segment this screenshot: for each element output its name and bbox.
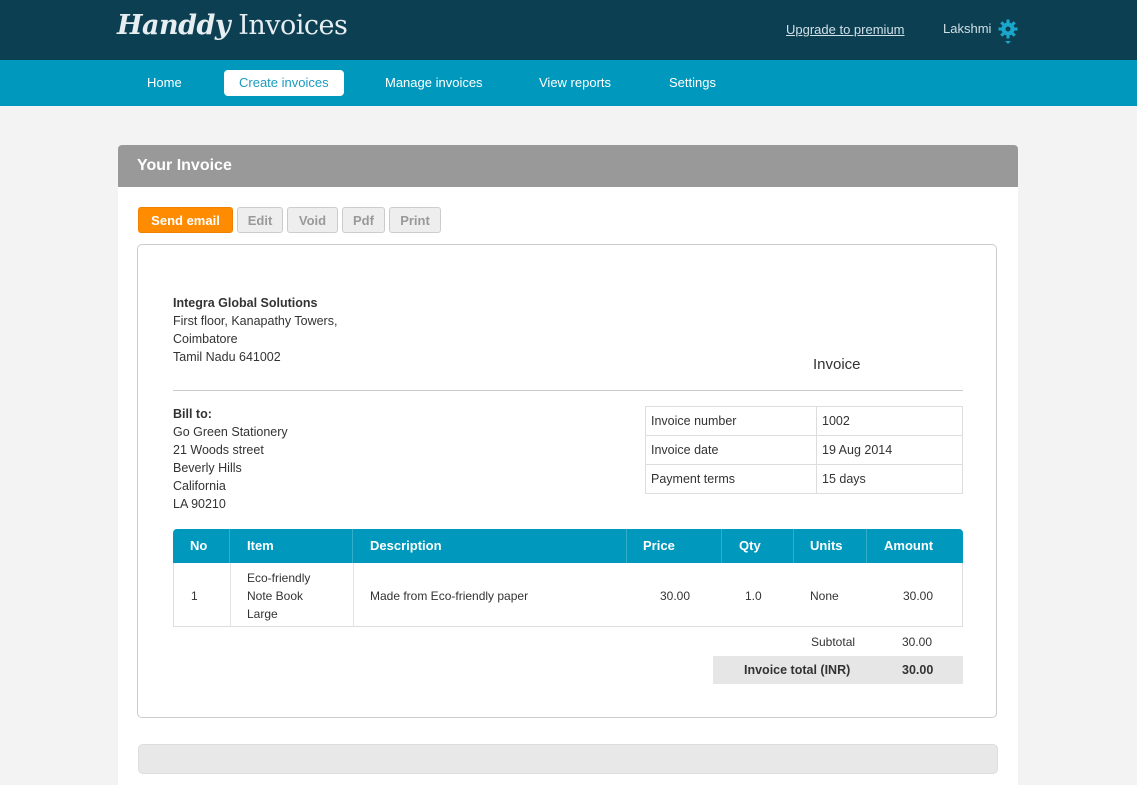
row-price: 30.00 (660, 589, 691, 603)
column-divider (866, 529, 867, 563)
row-description: Made from Eco-friendly paper (370, 589, 529, 603)
invoice-number-value: 1002 (816, 406, 963, 436)
col-amount: Amount (884, 538, 934, 553)
column-divider (229, 529, 230, 563)
payment-terms-value: 15 days (816, 464, 963, 494)
nav-view-reports[interactable]: View reports (524, 70, 626, 96)
bill-to-line: California (173, 479, 226, 493)
table-row: 1 Eco-friendly Note Book Large Made from… (173, 563, 963, 627)
invoice-date-value: 19 Aug 2014 (816, 435, 963, 465)
col-qty: Qty (739, 538, 761, 553)
column-divider (793, 529, 794, 563)
subtotal-value: 30.00 (902, 635, 933, 649)
row-units: None (810, 589, 839, 603)
bill-to-name: Go Green Stationery (173, 425, 288, 439)
items-table-header: No Item Description Price Qty Units Amou… (173, 529, 963, 563)
invoice-meta-table: Invoice number 1002 Invoice date 19 Aug … (645, 406, 963, 494)
col-description: Description (370, 538, 442, 553)
invoice-card: Your Invoice Send email Edit Void Pdf Pr… (118, 145, 1018, 785)
nav-settings[interactable]: Settings (654, 70, 731, 96)
logo-part1: Handdy (117, 10, 231, 41)
pdf-button[interactable]: Pdf (342, 207, 385, 233)
invoice-document: Integra Global Solutions First floor, Ka… (137, 244, 997, 718)
divider (173, 390, 963, 391)
row-item-line: Note Book (247, 589, 304, 603)
company-address-line: Tamil Nadu 641002 (173, 350, 281, 364)
row-item-line: Large (247, 607, 278, 621)
invoice-number-label: Invoice number (645, 406, 817, 436)
logo-part2: Invoices (238, 10, 348, 41)
bill-to-line: LA 90210 (173, 497, 226, 511)
invoice-date-label: Invoice date (645, 435, 817, 465)
void-button[interactable]: Void (287, 207, 338, 233)
user-name[interactable]: Lakshmi (943, 21, 991, 36)
row-qty: 1.0 (745, 589, 762, 603)
col-units: Units (810, 538, 843, 553)
total-value: 30.00 (902, 663, 934, 677)
column-divider (626, 529, 627, 563)
col-no: No (190, 538, 208, 553)
top-header: Handdy Invoices Upgrade to premium Laksh… (0, 0, 1137, 60)
row-amount: 30.00 (903, 589, 934, 603)
card-title: Your Invoice (118, 145, 1018, 187)
total-label: Invoice total (INR) (744, 663, 851, 677)
bill-to-line: Beverly Hills (173, 461, 242, 475)
main-nav: Home Create invoices Manage invoices Vie… (0, 60, 1137, 106)
nav-home[interactable]: Home (132, 70, 197, 96)
bill-to-line: 21 Woods street (173, 443, 264, 457)
column-divider (721, 529, 722, 563)
company-address-line: First floor, Kanapathy Towers, (173, 314, 338, 328)
col-item: Item (247, 538, 274, 553)
subtotal-label: Subtotal (811, 635, 856, 649)
nav-create-invoices[interactable]: Create invoices (224, 70, 344, 96)
gear-icon[interactable] (997, 18, 1019, 46)
company-address-line: Coimbatore (173, 332, 238, 346)
row-no: 1 (191, 589, 198, 603)
column-divider (353, 563, 354, 627)
next-section-panel (138, 744, 998, 774)
col-price: Price (643, 538, 675, 553)
row-item-line: Eco-friendly (247, 571, 311, 585)
bill-to-label: Bill to: (173, 407, 212, 421)
total-box: Invoice total (INR) 30.00 (713, 656, 963, 684)
send-email-button[interactable]: Send email (138, 207, 233, 233)
upgrade-link[interactable]: Upgrade to premium (786, 22, 905, 37)
document-title: Invoice (813, 356, 861, 373)
nav-manage-invoices[interactable]: Manage invoices (370, 70, 498, 96)
payment-terms-label: Payment terms (645, 464, 817, 494)
column-divider (352, 529, 353, 563)
company-name: Integra Global Solutions (173, 296, 318, 310)
print-button[interactable]: Print (389, 207, 441, 233)
app-logo[interactable]: Handdy Invoices (117, 10, 348, 41)
edit-button[interactable]: Edit (237, 207, 283, 233)
column-divider (230, 563, 231, 627)
